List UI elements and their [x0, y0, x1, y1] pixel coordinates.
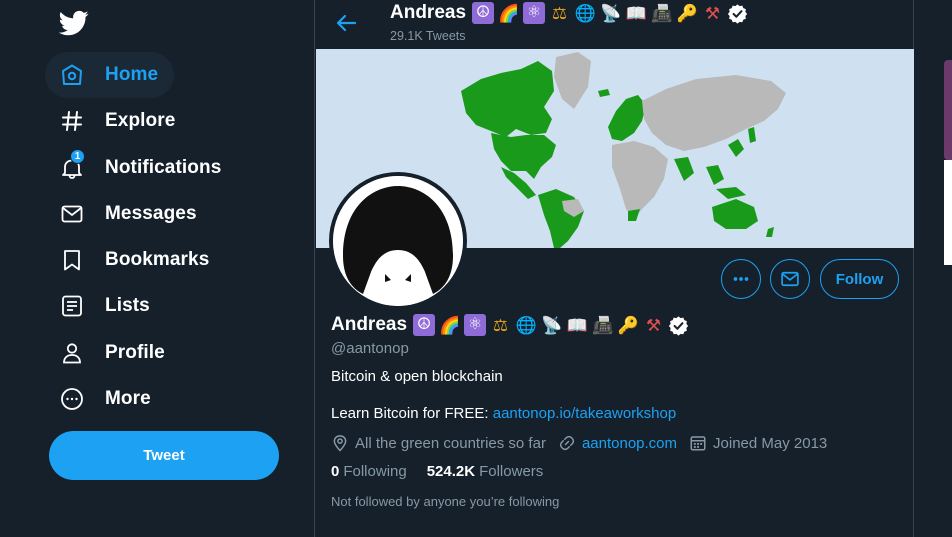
- profile-bio-line2: Learn Bitcoin for FREE: aantonop.io/take…: [331, 405, 676, 422]
- emoji-row: ☮ 🌈 ⚛ ⚖ 🌐 📡 📖 📠 🔑 ⚒: [472, 2, 748, 24]
- following-count: 0: [331, 463, 340, 480]
- bio-prefix: Learn Bitcoin for FREE:: [331, 405, 493, 422]
- globe-emoji: 🌐: [515, 315, 537, 335]
- calendar-icon: [689, 434, 707, 452]
- header-display-name: Andreas ☮ 🌈 ⚛ ⚖ 🌐 📡 📖 📠 🔑 ⚒: [390, 2, 748, 24]
- sidebar-item-messages[interactable]: Messages: [45, 191, 213, 237]
- more-circle-icon: [59, 386, 85, 412]
- globe-emoji: 🌐: [574, 3, 596, 23]
- book-emoji: 📖: [566, 315, 588, 335]
- tweet-button[interactable]: Tweet: [49, 431, 279, 480]
- profile-bio: Bitcoin & open blockchain: [331, 368, 503, 385]
- back-arrow-icon[interactable]: [335, 11, 359, 35]
- profile-column: Andreas ☮ 🌈 ⚛ ⚖ 🌐 📡 📖 📠 🔑 ⚒ 29.1K Tweets: [314, 0, 914, 537]
- hammer-pick-emoji: ⚒: [645, 315, 662, 335]
- sidebar-item-explore[interactable]: Explore: [45, 98, 191, 144]
- sidebar-item-label: More: [105, 388, 151, 409]
- rainbow-emoji: 🌈: [438, 315, 461, 335]
- envelope-icon: [59, 201, 85, 227]
- website-link[interactable]: aantonop.com: [582, 435, 677, 452]
- profile-name-text: Andreas: [331, 314, 408, 335]
- satellite-emoji: 📡: [599, 3, 622, 23]
- not-followed-note: Not followed by anyone you’re following: [331, 494, 560, 509]
- joined-text: Joined May 2013: [713, 434, 828, 452]
- location-group: All the green countries so far: [331, 434, 546, 452]
- profile-handle: @aantonop: [331, 340, 409, 357]
- sidebar-item-more[interactable]: More: [45, 376, 167, 422]
- sidebar-item-label: Explore: [105, 110, 176, 131]
- right-panel-peek: [944, 60, 952, 160]
- verified-badge-icon: [668, 315, 689, 336]
- following-label: Following: [343, 463, 407, 480]
- scales-emoji: ⚖: [492, 315, 509, 335]
- tweet-count: 29.1K Tweets: [390, 29, 466, 43]
- profile-avatar[interactable]: [329, 172, 467, 310]
- peace-emoji: ☮: [413, 314, 436, 336]
- sidebar-item-lists[interactable]: Lists: [45, 283, 166, 329]
- hammer-pick-emoji: ⚒: [704, 3, 721, 23]
- sidebar-item-label: Home: [105, 64, 159, 85]
- followers-stat[interactable]: 524.2K Followers: [427, 463, 544, 480]
- followers-label: Followers: [479, 463, 544, 480]
- bookmark-icon: [59, 247, 85, 273]
- sidebar-item-label: Profile: [105, 342, 165, 363]
- sidebar: Home Explore 1 Notifications Messages Bo…: [0, 0, 314, 537]
- sidebar-item-bookmarks[interactable]: Bookmarks: [45, 237, 225, 283]
- sidebar-item-notifications[interactable]: 1 Notifications: [45, 145, 237, 191]
- follow-stats: 0 Following 524.2K Followers: [331, 463, 563, 480]
- fax-emoji: 📠: [650, 3, 673, 23]
- key-emoji: 🔑: [617, 315, 639, 335]
- hashtag-icon: [59, 108, 85, 134]
- message-button[interactable]: [770, 259, 810, 299]
- verified-badge-icon: [727, 3, 748, 24]
- profile-header-bar: Andreas ☮ 🌈 ⚛ ⚖ 🌐 📡 📖 📠 🔑 ⚒ 29.1K Tweets: [315, 0, 913, 49]
- following-stat[interactable]: 0 Following: [331, 463, 407, 480]
- rainbow-emoji: 🌈: [497, 3, 520, 23]
- website-group: aantonop.com: [558, 434, 677, 452]
- follow-button[interactable]: Follow: [820, 259, 899, 299]
- atom-emoji: ⚛: [523, 2, 546, 24]
- person-icon: [59, 340, 85, 366]
- sidebar-item-label: Notifications: [105, 157, 222, 178]
- more-options-button[interactable]: [721, 259, 761, 299]
- joined-group: Joined May 2013: [689, 434, 827, 452]
- header-name-text: Andreas: [390, 2, 467, 23]
- sidebar-item-label: Lists: [105, 295, 150, 316]
- right-panel-peek-card: [944, 160, 952, 265]
- link-icon: [558, 434, 576, 452]
- twitter-bird-icon[interactable]: [58, 8, 90, 38]
- fax-emoji: 📠: [591, 315, 614, 335]
- followers-count: 524.2K: [426, 463, 476, 480]
- location-text: All the green countries so far: [355, 434, 546, 452]
- scales-emoji: ⚖: [551, 3, 568, 23]
- bell-icon: 1: [59, 149, 85, 181]
- location-pin-icon: [331, 434, 349, 452]
- notification-badge: 1: [70, 149, 85, 164]
- sidebar-item-label: Bookmarks: [105, 249, 210, 270]
- sidebar-item-home[interactable]: Home: [45, 52, 175, 98]
- avatar-image: [333, 176, 463, 306]
- emoji-row: ☮ 🌈 ⚛ ⚖ 🌐 📡 📖 📠 🔑 ⚒: [413, 314, 689, 336]
- bio-link[interactable]: aantonop.io/takeaworkshop: [493, 405, 676, 422]
- key-emoji: 🔑: [676, 3, 698, 23]
- profile-meta: All the green countries so far aantonop.…: [331, 434, 839, 452]
- sidebar-item-label: Messages: [105, 203, 197, 224]
- list-icon: [59, 293, 85, 319]
- home-icon: [59, 62, 85, 88]
- profile-display-name: Andreas ☮ 🌈 ⚛ ⚖ 🌐 📡 📖 📠 🔑 ⚒: [331, 314, 689, 336]
- atom-emoji: ⚛: [464, 314, 487, 336]
- satellite-emoji: 📡: [540, 315, 563, 335]
- more-dots-icon: [733, 277, 749, 281]
- sidebar-item-profile[interactable]: Profile: [45, 330, 181, 376]
- book-emoji: 📖: [625, 3, 647, 23]
- peace-emoji: ☮: [472, 2, 495, 24]
- envelope-icon: [781, 271, 799, 287]
